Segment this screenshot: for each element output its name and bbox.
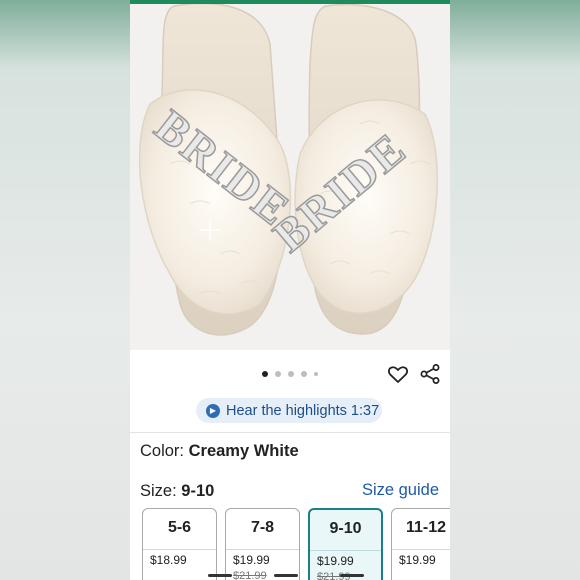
carousel-dot[interactable] bbox=[314, 372, 318, 376]
carousel-dot[interactable] bbox=[301, 371, 307, 377]
heart-icon[interactable] bbox=[386, 362, 410, 386]
size-option-price: $19.99 bbox=[317, 554, 354, 568]
size-option-selected[interactable]: 9-10 $19.99 $21.99 bbox=[308, 508, 383, 580]
background-left bbox=[0, 0, 130, 580]
size-option-label: 9-10 bbox=[329, 520, 362, 537]
size-value: 9-10 bbox=[181, 482, 215, 500]
size-option[interactable]: 5-6 $18.99 bbox=[142, 508, 217, 580]
phone-screen: BRIDE BRIDE ▶ Hear the highlights 1:37 C… bbox=[130, 0, 450, 580]
slippers-illustration: BRIDE BRIDE bbox=[138, 2, 439, 336]
size-option-price: $18.99 bbox=[150, 553, 187, 567]
divider bbox=[310, 550, 381, 551]
navigation-bar bbox=[208, 574, 364, 578]
size-option-label: 5-6 bbox=[167, 519, 192, 536]
hear-highlights-label: Hear the highlights 1:37 bbox=[226, 402, 380, 419]
product-image[interactable]: BRIDE BRIDE bbox=[130, 2, 450, 350]
nav-handle[interactable] bbox=[208, 574, 232, 577]
carousel-dot[interactable] bbox=[262, 371, 268, 377]
carousel-dot[interactable] bbox=[275, 371, 281, 377]
size-option-label: 7-8 bbox=[250, 519, 275, 536]
size-option[interactable]: 7-8 $19.99 $21.99 bbox=[225, 508, 300, 580]
size-selection: Size: 9-10 bbox=[140, 482, 214, 501]
color-value: Creamy White bbox=[188, 442, 299, 460]
speaker-icon: ▶ bbox=[206, 403, 220, 418]
share-icon[interactable] bbox=[418, 362, 442, 386]
size-option[interactable]: 11-12 $19.99 bbox=[391, 508, 450, 580]
size-option-price: $19.99 bbox=[399, 553, 436, 567]
divider bbox=[130, 432, 450, 433]
nav-handle[interactable] bbox=[340, 574, 364, 577]
size-option-price: $19.99 bbox=[233, 553, 270, 567]
size-guide-link[interactable]: Size guide bbox=[362, 481, 439, 500]
divider bbox=[143, 549, 216, 550]
size-option-label: 11-12 bbox=[405, 519, 447, 536]
carousel-dot[interactable] bbox=[288, 371, 294, 377]
color-selection: Color: Creamy White bbox=[140, 442, 299, 461]
color-label: Color: bbox=[140, 442, 185, 460]
divider bbox=[392, 549, 450, 550]
size-label: Size: bbox=[140, 482, 177, 500]
hear-highlights-button[interactable]: ▶ Hear the highlights 1:37 bbox=[196, 398, 382, 423]
background-right bbox=[450, 0, 580, 580]
divider bbox=[226, 549, 299, 550]
nav-handle[interactable] bbox=[274, 574, 298, 577]
